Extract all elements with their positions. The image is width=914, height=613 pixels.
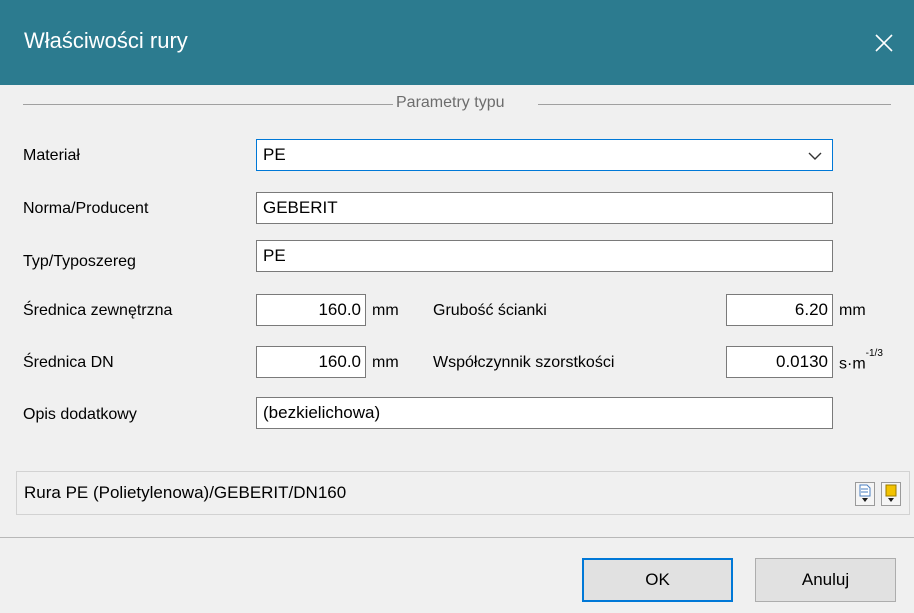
opis-field[interactable]: (bezkielichowa) — [256, 397, 833, 429]
titlebar: Właściwości rury — [0, 0, 914, 85]
group-divider-left — [23, 104, 393, 105]
cancel-button[interactable]: Anuluj — [755, 558, 896, 602]
group-legend: Parametry typu — [396, 94, 505, 111]
srednica-zew-value: 160.0 — [318, 300, 361, 319]
status-text: Rura PE (Polietylenowa)/GEBERIT/DN160 — [24, 483, 347, 502]
srednica-dn-unit: mm — [372, 354, 399, 371]
norma-label: Norma/Producent — [23, 200, 149, 217]
typ-label: Typ/Typoszereg — [23, 253, 136, 270]
srednica-zew-field[interactable]: 160.0 — [256, 294, 366, 326]
material-value: PE — [263, 145, 286, 164]
grubosc-field[interactable]: 6.20 — [726, 294, 833, 326]
close-button[interactable] — [854, 0, 914, 85]
wspolczynnik-label: Współczynnik szorstkości — [433, 354, 615, 371]
typ-field[interactable]: PE — [256, 240, 833, 272]
grubosc-value: 6.20 — [794, 300, 828, 319]
srednica-zew-label: Średnica zewnętrzna — [23, 302, 173, 319]
tag-down-icon — [885, 484, 897, 502]
wspolczynnik-unit-base: s·m — [839, 355, 866, 373]
wspolczynnik-unit-exponent: -1/3 — [865, 348, 883, 359]
ok-button[interactable]: OK — [582, 558, 733, 602]
srednica-dn-label: Średnica DN — [23, 354, 114, 371]
group-divider-right — [538, 104, 891, 105]
srednica-zew-unit: mm — [372, 302, 399, 319]
status-bar: Rura PE (Polietylenowa)/GEBERIT/DN160 — [16, 471, 910, 515]
grubosc-unit: mm — [839, 302, 866, 319]
material-select[interactable]: PE — [256, 139, 833, 171]
close-icon — [875, 33, 893, 52]
document-down-icon — [859, 484, 871, 502]
wspolczynnik-value: 0.0130 — [776, 352, 828, 371]
typ-value: PE — [263, 246, 286, 265]
wspolczynnik-field[interactable]: 0.0130 — [726, 346, 833, 378]
srednica-dn-field[interactable]: 160.0 — [256, 346, 366, 378]
wspolczynnik-unit: s·m-1/3 — [839, 348, 883, 373]
opis-value: (bezkielichowa) — [263, 403, 381, 422]
norma-value: GEBERIT — [263, 198, 338, 217]
srednica-dn-value: 160.0 — [318, 352, 361, 371]
opis-label: Opis dodatkowy — [23, 406, 137, 423]
norma-field[interactable]: GEBERIT — [256, 192, 833, 224]
footer-separator — [0, 537, 914, 538]
chevron-down-icon[interactable] — [808, 149, 822, 163]
grubosc-label: Grubość ścianki — [433, 302, 547, 319]
window-title: Właściwości rury — [24, 28, 188, 53]
tag-down-button[interactable] — [881, 482, 901, 506]
document-down-button[interactable] — [855, 482, 875, 506]
dialog-window: Właściwości rury Parametry typu Materiał… — [0, 0, 914, 613]
material-label: Materiał — [23, 147, 80, 164]
